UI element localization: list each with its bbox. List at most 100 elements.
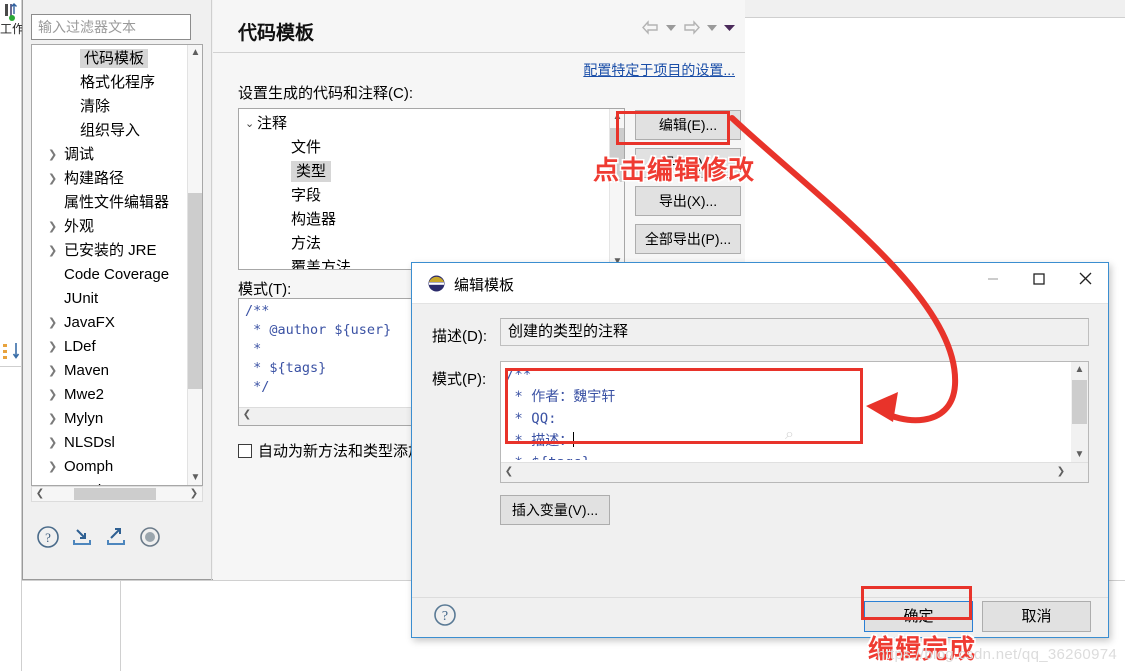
scroll-left-icon[interactable]: ❮ — [33, 487, 47, 501]
preferences-tree-item[interactable]: ❯ LDef — [32, 335, 202, 359]
forward-dropdown-icon[interactable] — [706, 23, 718, 32]
chevron-right-icon[interactable]: ❯ — [48, 311, 60, 335]
export-icon[interactable] — [103, 524, 129, 550]
code-template-tree-item-label: 注释 — [257, 115, 288, 132]
preferences-tree-item-label: 外观 — [64, 218, 95, 235]
preferences-tree-item[interactable]: 清除 — [32, 95, 202, 119]
back-arrow-icon[interactable] — [641, 20, 660, 35]
code-template-tree-item[interactable]: 字段 — [239, 184, 624, 208]
checkbox-box[interactable] — [238, 444, 252, 458]
scroll-up-icon[interactable]: ▲ — [610, 109, 624, 124]
section-label: 设置生成的代码和注释(C): — [238, 85, 413, 102]
chevron-right-icon[interactable]: ❯ — [48, 239, 60, 263]
preferences-tree-item[interactable]: ❯ Mwe2 — [32, 383, 202, 407]
preferences-tree-scrollbar-horizontal[interactable]: ❮ ❯ — [31, 486, 203, 502]
back-dropdown-icon[interactable] — [665, 23, 677, 32]
help-icon[interactable]: ? — [432, 602, 458, 628]
preferences-tree-item[interactable]: ❯ Maven — [32, 359, 202, 383]
preferences-tree-item[interactable]: 组织导入 — [32, 119, 202, 143]
chevron-right-icon[interactable]: ❯ — [48, 383, 60, 407]
edit-button[interactable]: 编辑(E)... — [635, 110, 741, 140]
scroll-down-icon[interactable]: ▼ — [1071, 447, 1088, 462]
template-tree-scrollbar[interactable]: ▲ ▼ — [609, 109, 624, 269]
scrollbar-thumb-horizontal[interactable] — [74, 488, 156, 500]
preferences-tree-item[interactable]: ❯ JavaFX — [32, 311, 202, 335]
code-template-tree-item[interactable]: 构造器 — [239, 208, 624, 232]
ide-left-strip-label: 工作 — [0, 22, 22, 36]
preferences-tree[interactable]: 代码模板 格式化程序 清除 组织导入 ❯ 调试 ❯ 构建路径 属性文件编辑器 ❯ 外观 ❯ 已安装的 J… — [31, 44, 203, 486]
preferences-tree-scrollbar-vertical[interactable]: ▲ ▼ — [187, 45, 202, 485]
preferences-tree-item-label: LDef — [64, 338, 96, 355]
outline-icon — [3, 343, 20, 359]
forward-arrow-icon[interactable] — [682, 20, 701, 35]
chevron-right-icon[interactable]: ❯ — [48, 143, 60, 167]
preferences-tree-item-label: 清除 — [80, 98, 111, 115]
scroll-right-icon[interactable]: ❯ — [187, 487, 201, 501]
code-template-tree-item[interactable]: 方法 — [239, 232, 624, 256]
dialog-title-separator — [412, 303, 1108, 304]
preferences-tree-item[interactable]: ❯ Mylyn — [32, 407, 202, 431]
export-button[interactable]: 导出(X)... — [635, 186, 741, 216]
filter-input[interactable]: 输入过滤器文本 — [31, 14, 191, 40]
scrollbar-thumb[interactable] — [188, 193, 202, 389]
pattern-editor-text[interactable]: /** * 作者：魏宇轩 * QQ: * 描述： * ${tags} — [501, 362, 1067, 460]
title-divider — [213, 52, 745, 53]
scroll-up-icon[interactable]: ▲ — [1071, 362, 1088, 377]
chevron-right-icon[interactable]: ❯ — [48, 455, 60, 479]
preferences-tree-item-label: 代码模板 — [80, 49, 149, 68]
preferences-tree-item[interactable]: ❯ 已安装的 JRE — [32, 239, 202, 263]
preferences-tree-item[interactable]: 格式化程序 — [32, 71, 202, 95]
dialog-title-bar[interactable]: 编辑模板 — [412, 263, 1108, 303]
scroll-right-icon[interactable]: ❯ — [1054, 465, 1068, 479]
chevron-right-icon[interactable]: ❯ — [48, 359, 60, 383]
export-all-button[interactable]: 全部导出(P)... — [635, 224, 741, 254]
chevron-right-icon[interactable]: ❯ — [48, 335, 60, 359]
preferences-tree-item[interactable]: ❯ 调试 — [32, 143, 202, 167]
pattern-scrollbar-vertical[interactable]: ▲ ▼ — [1071, 362, 1088, 462]
close-icon[interactable] — [1062, 263, 1108, 301]
preferences-tree-item[interactable]: ❯ 外观 — [32, 215, 202, 239]
code-template-tree-item[interactable]: 类型 — [239, 160, 624, 184]
minimize-icon[interactable] — [970, 263, 1016, 301]
preferences-tree-item[interactable]: ❯ Oomph — [32, 455, 202, 479]
help-icon[interactable]: ? — [35, 524, 61, 550]
preferences-tree-item[interactable]: 属性文件编辑器 — [32, 191, 202, 215]
scroll-left-icon[interactable]: ❮ — [502, 465, 516, 479]
ok-button[interactable]: 确定 — [864, 601, 973, 632]
ide-left-divider — [0, 366, 22, 367]
scroll-down-icon[interactable]: ▼ — [188, 470, 202, 485]
maximize-icon[interactable] — [1016, 263, 1062, 301]
description-input[interactable]: 创建的类型的注释 — [500, 318, 1089, 346]
pattern-scrollbar-horizontal[interactable]: ❮ ❯ — [501, 462, 1088, 482]
cancel-button[interactable]: 取消 — [982, 601, 1091, 632]
chevron-down-icon[interactable]: ⌄ — [245, 112, 254, 136]
chevron-right-icon[interactable]: ❯ — [48, 479, 60, 485]
restore-defaults-icon[interactable] — [137, 524, 163, 550]
chevron-right-icon[interactable]: ❯ — [48, 215, 60, 239]
page-title: 代码模板 — [238, 23, 315, 44]
import-icon[interactable] — [69, 524, 95, 550]
preferences-tree-item[interactable]: ❯ 构建路径 — [32, 167, 202, 191]
scrollbar-thumb[interactable] — [1072, 380, 1087, 424]
code-template-tree[interactable]: ⌄注释文件类型字段构造器方法覆盖方法 ▲ ▼ — [238, 108, 625, 270]
pattern-editor[interactable]: /** * 作者：魏宇轩 * QQ: * 描述： * ${tags} ⌕ ▲ ▼… — [500, 361, 1089, 483]
pattern-line-4: * 描述： — [506, 433, 574, 449]
project-specific-settings-link[interactable]: 配置特定于项目的设置... — [583, 60, 735, 80]
scroll-up-icon[interactable]: ▲ — [188, 45, 202, 60]
chevron-right-icon[interactable]: ❯ — [48, 167, 60, 191]
code-template-tree-item[interactable]: 文件 — [239, 136, 624, 160]
code-template-tree-item[interactable]: ⌄ 注释 — [239, 112, 624, 136]
preferences-tree-item[interactable]: 代码模板 — [32, 47, 202, 71]
preferences-tree-item[interactable]: JUnit — [32, 287, 202, 311]
preferences-tree-item[interactable]: ❯RTask — [32, 479, 202, 485]
chevron-right-icon[interactable]: ❯ — [48, 407, 60, 431]
preferences-tree-item[interactable]: ❯ NLSDsl — [32, 431, 202, 455]
preferences-toolbar: ? — [31, 508, 203, 572]
preferences-tree-item[interactable]: Code Coverage — [32, 263, 202, 287]
preferences-tree-item-label: JUnit — [64, 290, 99, 307]
auto-comment-checkbox[interactable]: 自动为新方法和类型添加注 — [238, 440, 438, 461]
chevron-right-icon[interactable]: ❯ — [48, 431, 60, 455]
insert-variable-button[interactable]: 插入变量(V)... — [500, 495, 610, 525]
view-menu-icon[interactable] — [723, 23, 736, 32]
scroll-left-icon[interactable]: ❮ — [240, 408, 254, 422]
